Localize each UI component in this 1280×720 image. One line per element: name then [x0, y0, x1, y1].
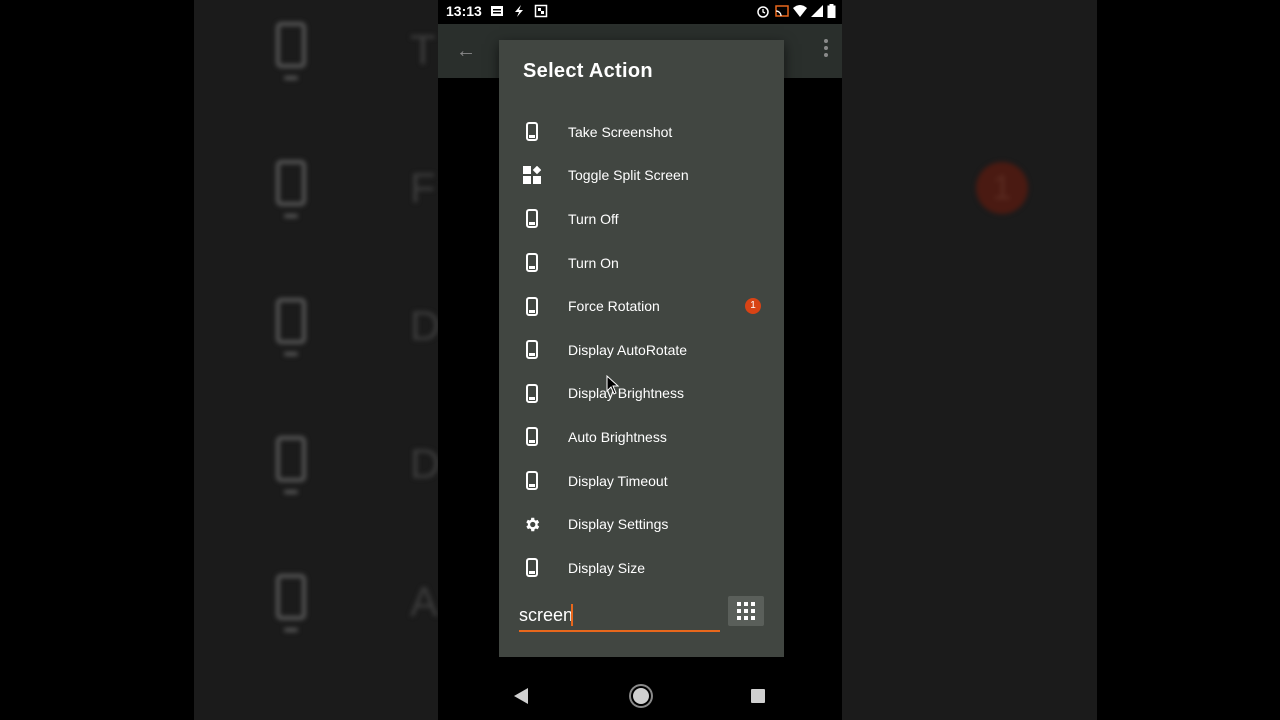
dialog-title: Select Action [523, 60, 653, 82]
action-force-rotation[interactable]: Force Rotation 1 [499, 284, 784, 328]
status-bar: 13:13 [438, 0, 842, 24]
action-label: Turn Off [568, 210, 619, 227]
background-right: 1 [842, 0, 1097, 720]
phone-icon [276, 298, 306, 356]
action-display-size[interactable]: Display Size [499, 546, 784, 590]
flash-icon [515, 5, 523, 17]
action-label: Force Rotation [568, 298, 660, 315]
nav-recents-icon[interactable] [751, 689, 765, 703]
wifi-icon [793, 5, 807, 17]
phone-icon [523, 383, 541, 403]
search-row [519, 596, 769, 636]
phone-icon [523, 209, 541, 229]
action-display-settings[interactable]: Display Settings [499, 502, 784, 546]
action-take-screenshot[interactable]: Take Screenshot [499, 110, 784, 154]
screenshot-icon [534, 4, 548, 18]
action-auto-brightness[interactable]: Auto Brightness [499, 415, 784, 459]
select-action-dialog: Select Action Take Screenshot Toggle Spl… [499, 40, 784, 657]
action-label: Display Timeout [568, 472, 668, 489]
nav-home-icon[interactable] [633, 688, 649, 704]
phone-icon [523, 296, 541, 316]
navigation-bar [438, 672, 842, 720]
bg-letter: D [410, 302, 438, 349]
mouse-cursor-icon [606, 375, 620, 395]
phone-icon [276, 22, 306, 80]
bg-letter: T [410, 26, 436, 73]
action-turn-off[interactable]: Turn Off [499, 197, 784, 241]
action-label: Take Screenshot [568, 123, 673, 140]
action-label: Display Brightness [568, 385, 684, 402]
phone-icon [523, 471, 541, 491]
action-label: Toggle Split Screen [568, 167, 689, 184]
more-options-icon[interactable] [824, 39, 828, 59]
alarm-icon [757, 6, 769, 18]
grid-icon [737, 602, 755, 620]
cast-icon [775, 5, 789, 17]
text-caret [571, 604, 573, 626]
action-label: Display Settings [568, 516, 669, 533]
gear-icon [523, 514, 541, 534]
phone-icon [276, 436, 306, 494]
phone-screen: 13:13 ← Select Action Take Screenshot To… [438, 0, 842, 720]
back-arrow-icon[interactable]: ← [456, 40, 476, 63]
action-display-autorotate[interactable]: Display AutoRotate [499, 328, 784, 372]
signal-icon [811, 5, 823, 17]
action-label: Turn On [568, 254, 619, 271]
bg-letter: F [410, 164, 436, 211]
background-left: T F D D A [194, 0, 438, 720]
search-input[interactable] [519, 600, 720, 632]
action-display-brightness[interactable]: Display Brightness [499, 372, 784, 416]
action-list: Take Screenshot Toggle Split Screen Turn… [499, 110, 784, 590]
action-label: Display AutoRotate [568, 341, 688, 358]
action-label: Display Size [568, 559, 646, 576]
bg-letter: A [410, 578, 438, 625]
phone-icon [523, 122, 541, 142]
phone-icon [276, 574, 306, 632]
bg-badge: 1 [976, 162, 1028, 214]
action-label: Auto Brightness [568, 428, 667, 445]
grid-view-button[interactable] [728, 596, 764, 626]
phone-icon [523, 427, 541, 447]
bg-letter: D [410, 440, 438, 487]
phone-icon [276, 160, 306, 218]
phone-icon [523, 253, 541, 273]
widgets-icon [523, 165, 541, 185]
action-turn-on[interactable]: Turn On [499, 241, 784, 285]
status-time: 13:13 [446, 3, 482, 19]
phone-icon [523, 558, 541, 578]
action-display-timeout[interactable]: Display Timeout [499, 459, 784, 503]
notification-badge: 1 [745, 298, 761, 315]
action-toggle-split-screen[interactable]: Toggle Split Screen [499, 154, 784, 198]
sim-card-icon [491, 6, 503, 16]
phone-icon [523, 340, 541, 360]
nav-back-icon[interactable] [514, 688, 528, 704]
battery-icon [827, 4, 836, 18]
